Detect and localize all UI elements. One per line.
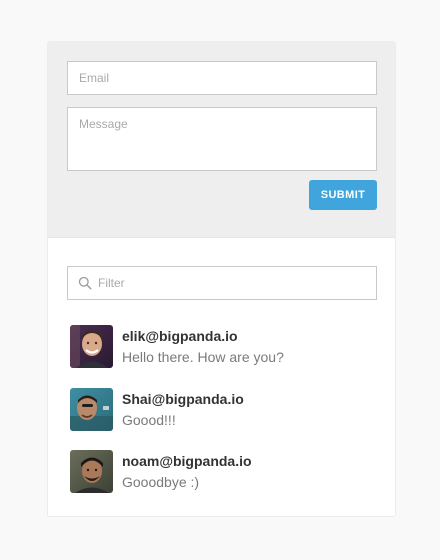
filter-input[interactable] (98, 267, 368, 299)
comment-author: elik@bigpanda.io (122, 328, 238, 344)
submit-button[interactable]: SUBMIT (309, 180, 377, 210)
comment-item: noam@bigpanda.io Gooodbye :) (70, 450, 370, 494)
comment-widget: SUBMIT (47, 41, 396, 517)
avatar (70, 450, 113, 493)
message-input[interactable] (67, 107, 377, 171)
comment-text: Goood!!! (122, 412, 176, 428)
comment-item: Shai@bigpanda.io Goood!!! (70, 388, 370, 432)
avatar (70, 388, 113, 431)
avatar (70, 325, 113, 368)
comment-author: Shai@bigpanda.io (122, 391, 244, 407)
filter-field[interactable] (67, 266, 377, 300)
search-icon (78, 276, 92, 290)
comment-text: Gooodbye :) (122, 474, 200, 490)
comment-form: SUBMIT (48, 42, 395, 238)
comment-author: noam@bigpanda.io (122, 453, 252, 469)
comment-text: Hello there. How are you? (122, 349, 284, 365)
comment-item: elik@bigpanda.io Hello there. How are yo… (70, 325, 370, 369)
email-input[interactable] (67, 61, 377, 95)
